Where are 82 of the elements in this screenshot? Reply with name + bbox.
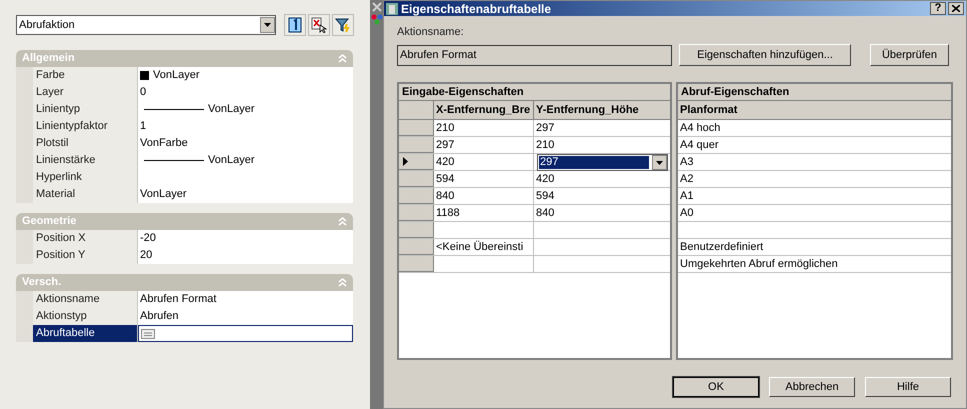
table-cell-text: A1 — [680, 188, 694, 204]
caret-icon — [656, 160, 663, 164]
object-dropdown[interactable]: Abrufaktion — [16, 15, 276, 35]
section-title: Versch. — [22, 275, 62, 290]
color-swatch — [140, 71, 149, 80]
table-cell-text: 420 — [535, 172, 554, 187]
dialog-button[interactable]: Hilfe — [865, 377, 951, 397]
table-cell-text: 297 — [535, 120, 554, 136]
collapse-icon — [338, 54, 347, 63]
property-label[interactable]: Aktionsname — [33, 291, 138, 308]
row-header[interactable] — [399, 154, 434, 170]
table-cell-text: 210 — [535, 138, 554, 153]
window-title: Eigenschaftenabruftabelle — [401, 0, 552, 18]
property-value: VonFarbe — [140, 136, 188, 152]
table-cell-text: 840 — [436, 188, 454, 204]
property-value: VonLayer — [153, 68, 200, 84]
section-title: Geometrie — [22, 214, 76, 230]
column-header[interactable]: Planformat — [678, 101, 951, 119]
collapse-icon — [338, 278, 347, 287]
filter-icon[interactable] — [332, 14, 354, 36]
property-label[interactable]: Hyperlink — [33, 169, 138, 186]
table-cell-text: 210 — [436, 120, 454, 136]
table-cell-text: A3 — [680, 154, 694, 170]
app-icon — [386, 2, 398, 14]
property-label[interactable]: Layer — [33, 84, 138, 101]
close-icon[interactable] — [372, 2, 382, 12]
table-cell-text: A2 — [680, 172, 694, 187]
property-value: 20 — [140, 248, 152, 264]
close-button[interactable] — [948, 2, 964, 15]
column-header[interactable]: Y-Entfernung_Höhe — [534, 101, 670, 119]
table-cell-text: 594 — [535, 188, 554, 204]
table-cell-text: 840 — [535, 206, 554, 221]
table-cell-text: A0 — [680, 206, 694, 221]
section-title: Allgemein — [22, 51, 75, 66]
property-value: -20 — [140, 231, 156, 246]
property-label[interactable]: Linienstärke — [33, 152, 138, 169]
property-label[interactable]: Linientyp — [33, 101, 138, 118]
table-icon[interactable] — [141, 328, 155, 338]
caret-icon — [264, 23, 271, 27]
property-value: VonLayer — [208, 153, 254, 168]
current-row-icon — [403, 157, 408, 166]
add-properties-button[interactable]: Eigenschaften hinzufügen... — [679, 44, 851, 66]
table-title: Eingabe-Eigenschaften — [399, 84, 670, 101]
close-icon — [952, 5, 960, 12]
property-value: VonLayer — [140, 187, 186, 202]
property-value: Abrufen — [140, 309, 179, 324]
dialog-button[interactable]: OK — [673, 377, 759, 397]
property-label[interactable]: Position X — [33, 230, 138, 247]
property-value: 0 — [140, 85, 146, 100]
property-label[interactable]: Abruftabelle — [33, 325, 138, 342]
cell-dropdown[interactable]: 297 — [537, 154, 668, 171]
table-cell-text: <Keine Übereinsti — [436, 240, 524, 255]
check-button[interactable]: Überprüfen — [870, 44, 949, 66]
line-sample — [144, 160, 204, 161]
table-cell-text: 594 — [436, 172, 454, 187]
table-cell-text: A4 hoch — [680, 120, 720, 136]
property-label[interactable]: Linientypfaktor — [33, 118, 138, 135]
property-label[interactable]: Plotstil — [33, 135, 138, 152]
property-label[interactable]: Position Y — [33, 247, 138, 264]
table-cell-text: Umgekehrten Abruf ermöglichen — [680, 256, 838, 272]
property-label[interactable]: Farbe — [33, 67, 138, 84]
property-value: VonLayer — [208, 102, 254, 118]
table-title: Abruf-Eigenschaften — [678, 84, 951, 101]
table-cell-text: A4 quer — [680, 138, 719, 153]
quick-select-icon[interactable] — [284, 14, 306, 36]
dialog-button[interactable]: Abbrechen — [769, 377, 855, 397]
table-cell-text: 297 — [436, 138, 454, 153]
table-cell-text: Benutzerdefiniert — [680, 240, 764, 255]
table-cell-text: 1188 — [436, 206, 460, 221]
field-label: Aktionsname: — [397, 25, 465, 38]
help-button[interactable]: ? — [930, 2, 946, 15]
table-cell-text: 420 — [436, 154, 454, 170]
property-label[interactable]: Aktionstyp — [33, 308, 138, 325]
action-name-field[interactable]: Abrufen Format — [397, 44, 672, 66]
column-header[interactable]: X-Entfernung_Bre — [434, 101, 534, 119]
property-value: 1 — [140, 119, 146, 134]
line-sample — [144, 109, 204, 110]
select-objects-icon[interactable] — [308, 14, 330, 36]
property-value: Abrufen Format — [140, 292, 216, 308]
collapse-icon — [338, 217, 347, 226]
property-label[interactable]: Material — [33, 186, 138, 203]
palette-icon[interactable] — [370, 14, 382, 26]
